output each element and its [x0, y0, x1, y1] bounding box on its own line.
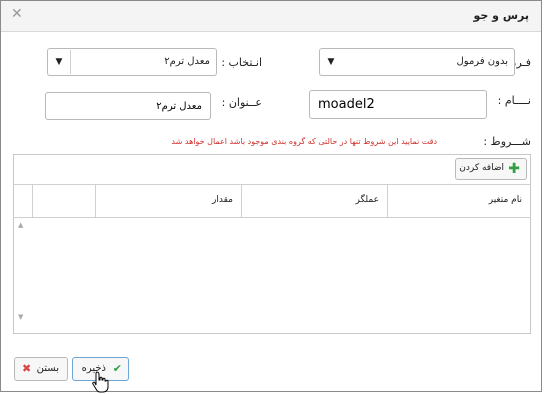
column-header-operator[interactable]: عملگر — [241, 185, 387, 217]
dialog-title: پرس و جو — [473, 9, 529, 22]
conditions-warning: دقت نمایید این شروط تنها در حالتی که گرو… — [171, 137, 437, 146]
plus-icon: ✚ — [508, 161, 520, 177]
formula-select-value: بدون فرمول — [456, 56, 508, 67]
column-header-actions — [32, 185, 95, 217]
field-select[interactable]: معدل ترم۲ ▼ — [47, 48, 217, 76]
query-dialog: پرس و جو ✕ فـرمول : بدون فرمول ▼ انـتخاب… — [0, 0, 542, 393]
vertical-scrollbar[interactable]: ▲ ▼ — [15, 217, 29, 333]
scroll-down-icon[interactable]: ▼ — [18, 313, 23, 321]
close-x-icon: ✖ — [22, 362, 32, 375]
scroll-up-icon[interactable]: ▲ — [18, 221, 23, 229]
conditions-table-header: نام متغیر عملگر مقدار — [14, 184, 530, 218]
close-button[interactable]: ✖ بستن — [14, 357, 68, 381]
conditions-label: شـــروط : — [483, 135, 531, 148]
name-input[interactable] — [309, 90, 487, 119]
select-label: انـتخاب : — [221, 56, 262, 69]
chevron-down-icon: ▼ — [48, 50, 71, 74]
chevron-down-icon: ▼ — [327, 57, 335, 67]
column-header-value[interactable]: مقدار — [95, 185, 241, 217]
dialog-titlebar: پرس و جو ✕ — [1, 1, 541, 32]
column-header-variable[interactable]: نام متغیر — [387, 185, 530, 217]
field-select-value: معدل ترم۲ — [164, 56, 210, 67]
conditions-panel: ✚ اضافه کردن نام متغیر عملگر مقدار ▲ ▼ — [13, 154, 531, 334]
title-input[interactable] — [45, 92, 211, 120]
formula-select[interactable]: بدون فرمول ▼ — [319, 48, 515, 76]
add-condition-button[interactable]: ✚ اضافه کردن — [455, 158, 527, 180]
name-label: نــــام : — [497, 94, 531, 107]
hand-cursor-icon — [92, 371, 109, 393]
close-icon[interactable]: ✕ — [11, 7, 23, 21]
check-icon: ✔ — [112, 362, 122, 375]
title-label: عــنوان : — [221, 96, 262, 109]
add-condition-label: اضافه کردن — [459, 163, 504, 173]
close-button-label: بستن — [36, 363, 59, 374]
